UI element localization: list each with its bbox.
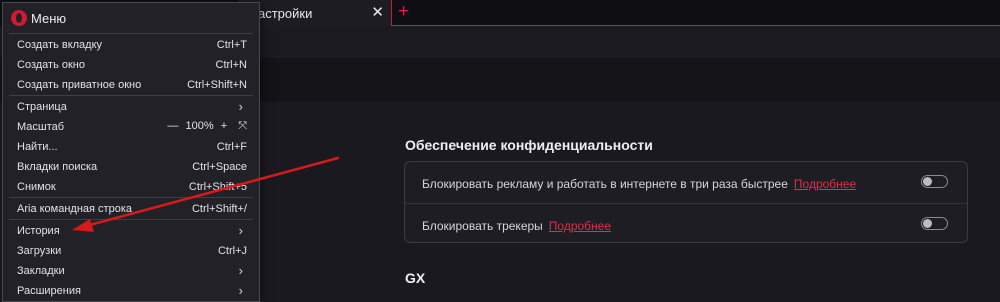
annotation-arrow bbox=[72, 156, 340, 232]
annotation-arrow-line bbox=[84, 156, 340, 228]
annotation-arrow-head bbox=[72, 219, 94, 232]
